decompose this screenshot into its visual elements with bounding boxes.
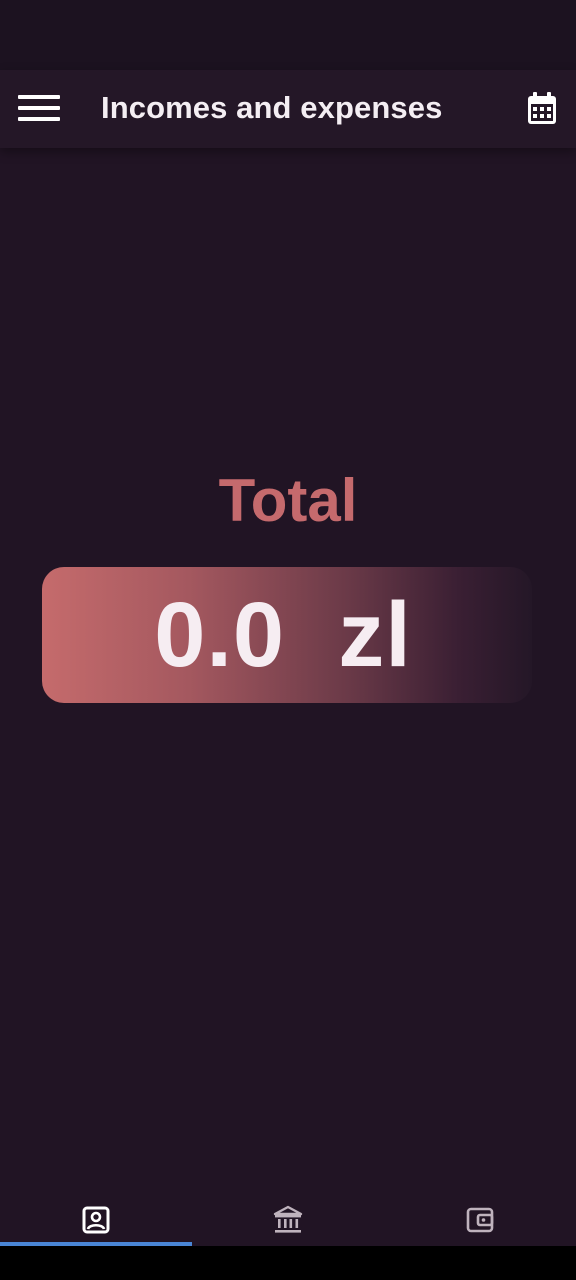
nav-tab-portrait[interactable] (0, 1194, 192, 1246)
portrait-icon (82, 1206, 110, 1234)
main-content: Total 0.0 zl (0, 148, 576, 1194)
page-title: Incomes and expenses (101, 90, 443, 125)
total-amount: 0.0 zl (154, 583, 412, 686)
total-label: Total (218, 467, 358, 534)
nav-tab-bank[interactable] (192, 1194, 384, 1246)
app-bar: Incomes and expenses (0, 70, 576, 148)
hamburger-menu-icon[interactable] (18, 93, 60, 125)
status-bar (0, 0, 576, 70)
total-amount-card: 0.0 zl (42, 567, 532, 703)
wallet-icon (466, 1207, 494, 1233)
nav-tab-wallet[interactable] (384, 1194, 576, 1246)
calendar-icon[interactable] (526, 92, 558, 126)
bottom-navigation (0, 1194, 576, 1246)
bank-icon (273, 1205, 303, 1233)
system-navigation-bar (0, 1246, 576, 1280)
